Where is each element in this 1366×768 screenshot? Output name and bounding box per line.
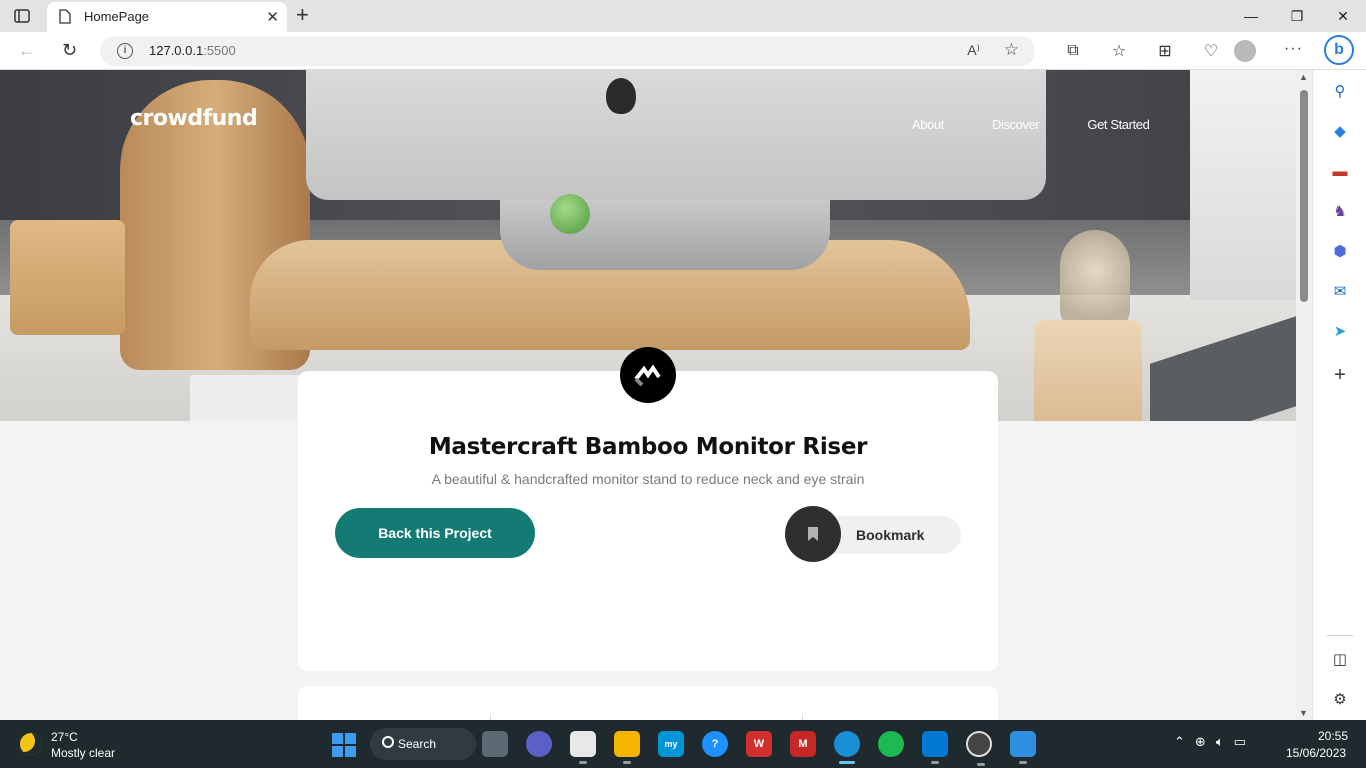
clock-date[interactable]: 15/06/2023 [1286, 746, 1346, 760]
nav-discover[interactable]: Discover [992, 117, 1040, 132]
close-window-icon[interactable]: ✕ [1320, 0, 1366, 32]
taskbar-search-label: Search [398, 737, 437, 751]
close-tab-icon[interactable]: ✕ [266, 8, 279, 26]
extensions-icon[interactable]: ⧉ [1050, 38, 1096, 64]
toolbar-icons: ⧉ ☆ ⊞ ♡ [1050, 38, 1234, 64]
windows-taskbar: 27°C Mostly clear Search my ? W M ⌃ ⊕ 🔈︎… [0, 720, 1366, 768]
site-info-icon[interactable]: i [117, 43, 133, 59]
system-tray: ⌃ ⊕ 🔈︎ ▭ [1174, 734, 1246, 750]
minimize-icon[interactable]: — [1228, 0, 1274, 32]
windows-start-icon[interactable] [332, 733, 356, 757]
weather-description[interactable]: Mostly clear [51, 746, 115, 760]
url-port: :5500 [203, 43, 236, 58]
taskbar-search[interactable]: Search [370, 728, 476, 760]
back-project-button[interactable]: Back this Project [335, 508, 535, 558]
url-text[interactable]: 127.0.0.1:5500 [149, 43, 236, 58]
wps-office-icon[interactable]: W [746, 731, 772, 757]
more-menu-icon[interactable]: ··· [1284, 40, 1303, 58]
store-icon[interactable] [570, 731, 596, 764]
collections-icon[interactable]: ⊞ [1142, 38, 1188, 64]
myhp-icon[interactable]: my [658, 731, 684, 757]
search-icon[interactable]: ⚲ [1329, 80, 1351, 102]
hide-sidebar-icon[interactable]: ◫ [1329, 648, 1351, 670]
show-hidden-icons[interactable]: ⌃ [1174, 734, 1185, 750]
scroll-thumb[interactable] [1300, 90, 1308, 302]
nav-get-started[interactable]: Get Started [1087, 117, 1149, 132]
stats-card [298, 686, 998, 720]
hero-apple-logo [606, 78, 636, 114]
add-icon[interactable]: + [1329, 364, 1351, 386]
performance-icon[interactable]: ♡ [1188, 38, 1234, 64]
hero-bulb [1060, 230, 1130, 330]
project-subtitle: A beautiful & handcrafted monitor stand … [431, 471, 865, 487]
hero-monitor-stand [500, 190, 830, 270]
hero-figurine [550, 194, 590, 234]
vscode-icon[interactable] [922, 731, 948, 764]
bing-copilot-icon[interactable]: b [1324, 35, 1354, 65]
clock-time[interactable]: 20:55 [1318, 729, 1348, 743]
sidebar-divider [1327, 635, 1353, 636]
favorites-icon[interactable]: ☆ [1096, 38, 1142, 64]
new-tab-icon[interactable]: + [296, 4, 309, 26]
help-icon[interactable]: ? [702, 731, 728, 757]
favorite-star-icon[interactable]: ☆ [1004, 40, 1019, 60]
tab-title: HomePage [84, 9, 150, 24]
page-scrollbar[interactable]: ▲ ▼ [1296, 70, 1312, 720]
outlook-icon[interactable]: ✉ [1329, 280, 1351, 302]
address-bar[interactable]: i 127.0.0.1:5500 A⁾ ☆ [100, 36, 1035, 66]
url-host: 127.0.0.1 [149, 43, 204, 58]
bookmark-icon [785, 506, 841, 562]
battery-icon[interactable]: ▭ [1234, 734, 1246, 750]
brand-logo[interactable]: crowdfund [130, 106, 258, 131]
edge-sidebar: ⚲ ◆ ▬ ♞ ⬢ ✉ ➤ + ◫ ⚙ [1312, 70, 1366, 720]
network-globe-icon[interactable]: ⊕ [1195, 734, 1206, 750]
read-aloud-icon[interactable]: A⁾ [967, 42, 980, 59]
browser-toolbar: ← ↻ i 127.0.0.1:5500 A⁾ ☆ ⧉ ☆ ⊞ ♡ ··· [0, 32, 1366, 70]
shopping-tag-icon[interactable]: ◆ [1329, 120, 1351, 142]
browser-tab[interactable]: HomePage ✕ [47, 2, 287, 32]
scroll-down-icon[interactable]: ▼ [1299, 708, 1308, 718]
media-player-icon[interactable] [966, 731, 992, 766]
window-controls: — ❐ ✕ [1228, 0, 1366, 32]
hero-lamp-base [1034, 320, 1142, 421]
restore-icon[interactable]: ❐ [1274, 0, 1320, 32]
mastercraft-logo [620, 347, 676, 403]
microsoft-365-icon[interactable]: ⬢ [1329, 240, 1351, 262]
volume-icon[interactable]: 🔈︎ [1216, 734, 1224, 750]
spotify-icon[interactable] [878, 731, 904, 757]
hero-monitor [306, 70, 1046, 200]
task-view-icon[interactable] [482, 731, 508, 757]
tools-icon[interactable]: ▬ [1329, 160, 1351, 182]
profile-avatar[interactable] [1234, 40, 1256, 62]
teams-chat-icon[interactable] [526, 731, 552, 757]
browser-tab-bar: HomePage ✕ + — ❐ ✕ [0, 0, 1366, 32]
project-title: Mastercraft Bamboo Monitor Riser [428, 434, 868, 460]
edge-browser-icon[interactable] [834, 731, 860, 764]
hero-window [1190, 70, 1296, 300]
file-explorer-icon[interactable] [614, 731, 640, 764]
bookmark-button[interactable]: Bookmark [785, 506, 961, 562]
site-nav: About Discover Get Started [912, 117, 1197, 132]
page-viewport: crowdfund About Discover Get Started Mas… [0, 70, 1296, 720]
games-icon[interactable]: ♞ [1329, 200, 1351, 222]
moon-weather-icon[interactable] [20, 733, 42, 755]
drop-icon[interactable]: ➤ [1329, 320, 1351, 342]
bookmark-label: Bookmark [856, 527, 925, 543]
reload-icon[interactable]: ↻ [62, 40, 77, 61]
hero-pencil-cup [10, 220, 125, 335]
mcafee-icon[interactable]: M [790, 731, 816, 757]
search-glass-icon [382, 736, 394, 748]
weather-temperature[interactable]: 27°C [51, 730, 78, 744]
nav-about[interactable]: About [912, 117, 944, 132]
settings-gear-icon[interactable]: ⚙ [1329, 688, 1351, 710]
back-arrow-icon[interactable]: ← [18, 40, 36, 61]
photos-icon[interactable] [1010, 731, 1036, 764]
tab-actions-icon[interactable] [10, 6, 34, 26]
page-icon [59, 9, 71, 29]
scroll-up-icon[interactable]: ▲ [1299, 72, 1308, 82]
